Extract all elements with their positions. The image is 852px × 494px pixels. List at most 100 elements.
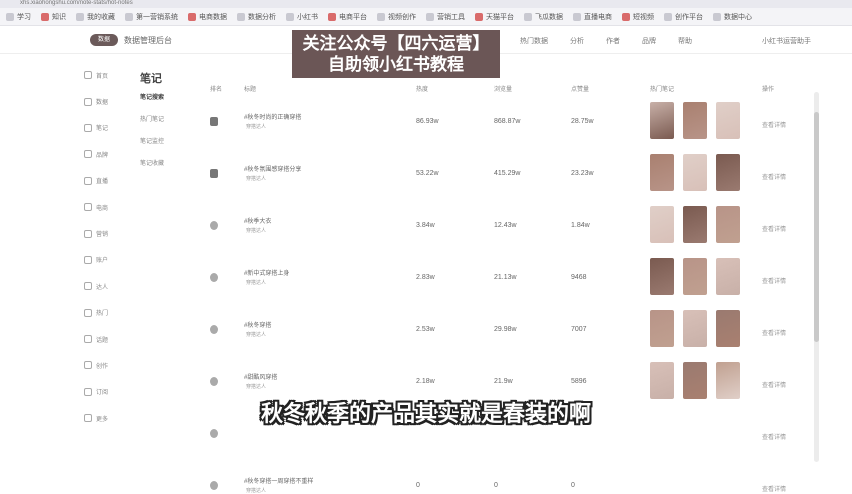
sidebar-item[interactable]: 直播 <box>84 168 132 194</box>
bookmark-item[interactable]: 电商平台 <box>328 12 367 22</box>
note-thumbnail[interactable] <box>683 206 707 243</box>
view-detail-link[interactable]: 查看详情 <box>762 120 786 129</box>
sidebar-item[interactable]: 账户 <box>84 247 132 273</box>
bookmark-item[interactable]: 天猫平台 <box>475 12 514 22</box>
bookmark-item[interactable]: 知识 <box>41 12 66 22</box>
bookmark-item[interactable]: 短视频 <box>622 12 654 22</box>
note-thumbnail[interactable] <box>650 258 674 295</box>
note-title[interactable]: #新中式穿搭上身 <box>244 268 289 277</box>
user-menu[interactable]: 小红书运营助手 <box>762 36 811 46</box>
note-title[interactable]: #秋季大衣 <box>244 216 271 225</box>
bookmarks-bar: 学习 知识 我的收藏 第一营销系统 电商数据 数据分析 小红书 电商平台 视频创作 营销工具 天猫平… <box>0 8 852 26</box>
view-detail-link[interactable]: 查看详情 <box>762 224 786 233</box>
view-detail-link[interactable]: 查看详情 <box>762 432 786 441</box>
sub-nav-item[interactable]: 笔记收藏 <box>140 158 164 180</box>
sidebar-item[interactable]: 达人 <box>84 273 132 299</box>
sidebar-item[interactable]: 话题 <box>84 326 132 352</box>
sidebar-icon <box>84 71 92 80</box>
note-thumbnail[interactable] <box>650 206 674 243</box>
heat-value: 2.18w <box>416 378 435 385</box>
bookmark-label: 短视频 <box>633 13 654 21</box>
top-nav-item[interactable]: 作者 <box>606 36 620 46</box>
sidebar-item[interactable]: 品牌 <box>84 141 132 167</box>
bookmark-item[interactable]: 第一营销系统 <box>125 12 178 22</box>
note-thumbnail[interactable] <box>650 154 674 191</box>
bookmark-label: 电商平台 <box>339 13 367 21</box>
note-title[interactable]: #秋冬穿搭一周穿搭不重样 <box>244 476 313 485</box>
top-nav-item[interactable]: 分析 <box>570 36 584 46</box>
note-thumbnail[interactable] <box>683 258 707 295</box>
note-author: 穿搭达人 <box>246 488 267 494</box>
scrollbar-thumb[interactable] <box>814 112 819 342</box>
bookmark-item[interactable]: 营销工具 <box>426 12 465 22</box>
top-nav-item[interactable]: 帮助 <box>678 36 692 46</box>
note-thumbnail[interactable] <box>716 258 740 295</box>
top-nav-items: 热门数据 分析 作者 品牌 帮助 <box>520 36 692 46</box>
sidebar-item[interactable]: 热门 <box>84 300 132 326</box>
bookmark-label: 学习 <box>17 13 31 21</box>
sidebar-icon <box>84 229 92 238</box>
bookmark-item[interactable]: 数据分析 <box>237 12 276 22</box>
sub-nav-item[interactable]: 热门笔记 <box>140 114 164 136</box>
note-thumbnail[interactable] <box>716 154 740 191</box>
bookmark-item[interactable]: 视频创作 <box>377 12 416 22</box>
bookmark-item[interactable]: 直播电商 <box>573 12 612 22</box>
note-title[interactable]: #秋冬穿搭 <box>244 320 271 329</box>
view-detail-link[interactable]: 查看详情 <box>762 380 786 389</box>
bookmark-item[interactable]: 数据中心 <box>713 12 752 22</box>
top-nav-item[interactable]: 热门数据 <box>520 36 548 46</box>
bookmark-item[interactable]: 电商数据 <box>188 12 227 22</box>
note-title[interactable]: #甜酷风穿搭 <box>244 372 277 381</box>
sidebar-item[interactable]: 电商 <box>84 194 132 220</box>
sidebar-item[interactable]: 创作 <box>84 352 132 378</box>
sub-nav-item[interactable]: 笔记搜索 <box>140 92 164 114</box>
bookmark-label: 数据分析 <box>248 13 276 21</box>
bookmark-item[interactable]: 创作平台 <box>664 12 703 22</box>
browser-address-bar[interactable]: xhs.xiaohongshu.com/note-stats/hot-notes <box>0 0 852 8</box>
bookmark-icon <box>6 12 14 21</box>
note-thumbnail[interactable] <box>716 206 740 243</box>
note-thumbnail[interactable] <box>650 102 674 139</box>
note-thumbnail[interactable] <box>650 362 674 399</box>
table-header: 排名 <box>210 87 223 93</box>
rank-icon <box>210 429 218 438</box>
likes-value: 28.75w <box>571 118 594 125</box>
top-nav-item[interactable]: 品牌 <box>642 36 656 46</box>
likes-value: 9468 <box>571 274 587 281</box>
sub-nav-item[interactable]: 笔记监控 <box>140 136 164 158</box>
note-thumbnail[interactable] <box>683 310 707 347</box>
views-value: 29.98w <box>494 326 517 333</box>
view-detail-link[interactable]: 查看详情 <box>762 276 786 285</box>
bookmark-item[interactable]: 小红书 <box>286 12 318 22</box>
note-author: 穿搭达人 <box>246 384 267 390</box>
site-logo[interactable]: 数据 <box>90 34 118 46</box>
note-thumbnail[interactable] <box>716 102 740 139</box>
view-detail-link[interactable]: 查看详情 <box>762 172 786 181</box>
note-thumbnail[interactable] <box>650 310 674 347</box>
sidebar-item-label: 笔记 <box>96 126 109 133</box>
bookmark-item[interactable]: 学习 <box>6 12 31 22</box>
note-title[interactable]: #秋冬时尚的正确穿搭 <box>244 112 301 121</box>
bookmark-item[interactable]: 飞瓜数据 <box>524 12 563 22</box>
bookmark-item[interactable]: 我的收藏 <box>76 12 115 22</box>
note-thumbnail[interactable] <box>716 362 740 399</box>
bookmark-icon <box>125 12 133 21</box>
note-thumbnail[interactable] <box>716 310 740 347</box>
sidebar-item[interactable]: 营销 <box>84 220 132 246</box>
sidebar-item[interactable]: 首页 <box>84 62 132 88</box>
note-thumbnail[interactable] <box>683 154 707 191</box>
view-detail-link[interactable]: 查看详情 <box>762 328 786 337</box>
bookmark-icon <box>573 12 581 21</box>
note-thumbnail[interactable] <box>683 362 707 399</box>
views-value: 0 <box>494 482 498 489</box>
sidebar-item[interactable]: 笔记 <box>84 115 132 141</box>
note-thumbnail[interactable] <box>683 102 707 139</box>
view-detail-link[interactable]: 查看详情 <box>762 484 786 493</box>
views-value: 21.13w <box>494 274 517 281</box>
url-text[interactable]: xhs.xiaohongshu.com/note-stats/hot-notes <box>20 0 133 6</box>
table-header: 点赞量 <box>571 87 590 93</box>
note-author: 穿搭达人 <box>246 124 267 130</box>
sidebar-item[interactable]: 数据 <box>84 88 132 114</box>
sidebar-item-label: 热门 <box>96 311 109 318</box>
note-title[interactable]: #秋冬氛围感穿搭分享 <box>244 164 301 173</box>
